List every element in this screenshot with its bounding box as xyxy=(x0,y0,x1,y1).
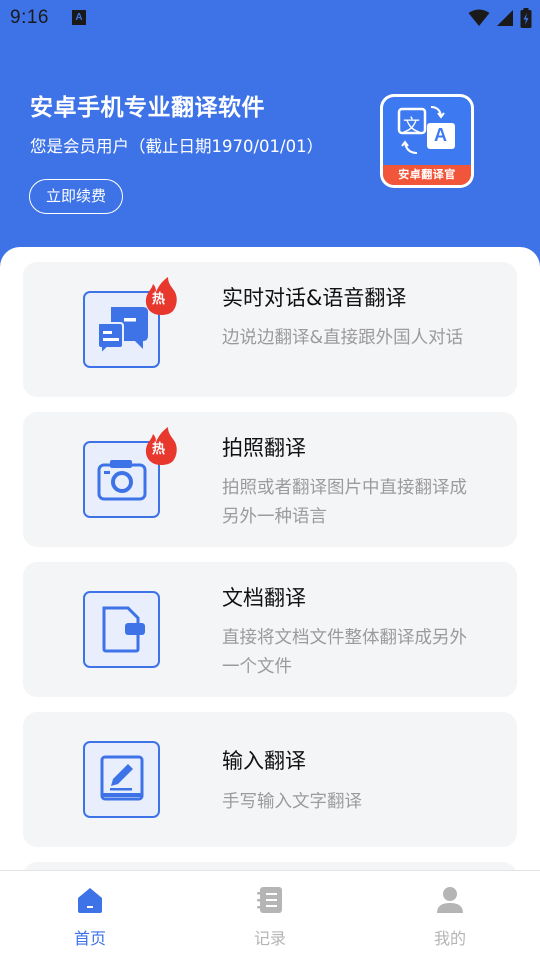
handwriting-icon xyxy=(100,755,144,801)
feature-title: 文档翻译 xyxy=(222,586,306,610)
header-banner: 9:16 A 安卓手机专业翻译软件 您是会员用户（截止日期1970/01/01）… xyxy=(0,0,540,275)
nav-label-records: 记录 xyxy=(253,929,286,948)
nav-records[interactable]: 记录 xyxy=(180,871,360,960)
wifi-icon xyxy=(468,9,490,26)
translate-logo-icon xyxy=(397,106,455,154)
member-status: 您是会员用户（截止日期1970/01/01） xyxy=(30,137,324,156)
bottom-nav: 首页 记录 我的 xyxy=(0,870,540,960)
feature-title: 拍照翻译 xyxy=(222,436,306,460)
feature-card-photo[interactable]: 热 拍照翻译 拍照或者翻译图片中直接翻译成另外一种语言 xyxy=(23,412,517,547)
feature-card-document[interactable]: 文档翻译 直接将文档文件整体翻译成另外一个文件 xyxy=(23,562,517,697)
logo-text-dst: A xyxy=(434,125,447,145)
status-icons xyxy=(468,7,532,29)
app-logo: 文 A 安卓翻译官 xyxy=(380,94,474,188)
feature-card-input[interactable]: 输入翻译 手写输入文字翻译 xyxy=(23,712,517,847)
feature-card-partial[interactable] xyxy=(23,862,517,870)
app-title: 安卓手机专业翻译软件 xyxy=(30,95,265,121)
home-icon xyxy=(78,888,102,913)
logo-band-text: 安卓翻译官 xyxy=(383,165,471,185)
feature-list: 热 实时对话&语音翻译 边说边翻译&直接跟外国人对话 热 拍照翻译 拍照或者翻译… xyxy=(0,247,540,870)
feature-description: 拍照或者翻译图片中直接翻译成另外一种语言 xyxy=(222,478,467,527)
feature-title: 输入翻译 xyxy=(222,749,306,773)
nav-label-profile: 我的 xyxy=(433,929,466,948)
status-time: 9:16 xyxy=(10,7,49,28)
signal-icon xyxy=(497,10,513,26)
nav-home[interactable]: 首页 xyxy=(0,871,180,960)
document-icon-box xyxy=(83,591,160,668)
renew-button[interactable]: 立即续费 xyxy=(29,179,123,214)
records-icon xyxy=(257,887,282,913)
logo-text-src: 文 xyxy=(403,116,420,136)
nav-label-home: 首页 xyxy=(73,929,106,948)
nav-profile[interactable]: 我的 xyxy=(360,871,540,960)
hot-label: 热 xyxy=(152,442,166,457)
feature-title: 实时对话&语音翻译 xyxy=(222,286,407,310)
handwriting-icon-box xyxy=(83,741,160,818)
document-icon xyxy=(102,606,145,653)
status-bar: 9:16 A xyxy=(0,0,540,36)
notification-a-icon: A xyxy=(72,10,86,25)
feature-card-conversation[interactable]: 热 实时对话&语音翻译 边说边翻译&直接跟外国人对话 xyxy=(23,262,517,397)
feature-description: 手写输入文字翻译 xyxy=(222,792,362,812)
app-logo-inner: 文 A 安卓翻译官 xyxy=(383,97,471,185)
feature-description: 边说边翻译&直接跟外国人对话 xyxy=(222,328,464,348)
profile-icon xyxy=(437,887,463,913)
battery-icon xyxy=(520,8,532,28)
feature-description: 直接将文档文件整体翻译成另外一个文件 xyxy=(222,628,467,677)
hot-label: 热 xyxy=(152,292,166,307)
